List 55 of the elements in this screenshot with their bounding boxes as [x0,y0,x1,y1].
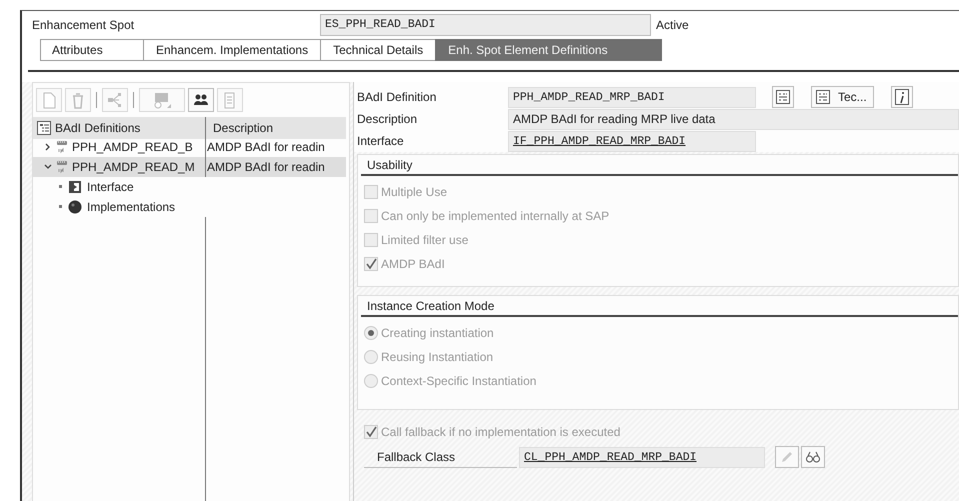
status-text: Active [655,18,689,32]
column-header: Description [206,117,346,139]
grid-icon [776,90,790,104]
interface-icon [68,180,82,194]
people-button[interactable] [188,88,214,112]
tab[interactable]: Enh. Spot Element Definitions [435,39,662,61]
display-button[interactable] [801,446,825,468]
field-label: BAdI Definition [357,90,438,104]
field-label: Enhancement Spot [31,18,136,32]
checkmark-icon [365,258,377,270]
checkbox-label: Limited filter use [381,233,468,247]
tree-item[interactable]: Interface [87,180,134,194]
text-field[interactable]: IF_PPH_AMDP_READ_MRP_BADI [508,130,756,152]
tree-row[interactable]: PPH_AMDP_READ_M AMDP BAdI for readin [33,157,346,177]
tree-item[interactable]: Implementations [87,200,176,214]
bullet-icon [59,205,63,209]
chevron-down-icon [44,163,52,171]
checkbox-label: AMDP BAdI [381,257,445,271]
field-label: Fallback Class [364,446,517,468]
checkbox-label: Call fallback if no implementation is executed [381,425,620,439]
column-header-text: BAdI Definitions [55,121,140,135]
spot-field[interactable]: ES_PPH_READ_BADI [320,14,651,36]
info-icon [894,89,909,105]
radio-label: Creating instantiation [381,326,494,340]
checkmark-icon [365,426,377,438]
screen-plus-icon [152,90,172,110]
sphere-icon [68,200,82,214]
checkbox-label: Can only be implemented internally at SAP [381,209,610,223]
text-field[interactable]: PPH_AMDP_READ_MRP_BADI [508,86,756,108]
field-label: Description [357,112,418,126]
tree-list-icon [37,121,51,135]
badi-name: PPH_AMDP_READ_B [72,140,193,154]
radio-dot-icon [368,330,374,336]
text-field[interactable]: AMDP BAdI for reading MRP live data [508,108,959,130]
grid-button[interactable] [772,86,794,108]
tab[interactable]: Technical Details [320,39,436,61]
bullet-icon [59,185,63,189]
tab[interactable]: Attributes [40,39,143,61]
pencil-icon [779,449,795,465]
badi-description: AMDP BAdI for readin [206,140,326,154]
badi-description: AMDP BAdI for readin [206,160,326,174]
chevron-right-icon [44,143,52,151]
group-title: Instance Creation Mode [361,296,958,317]
technical-button[interactable]: Tec... [811,86,874,108]
checkbox-label: Multiple Use [381,185,448,199]
tab[interactable]: Enhancem. Implementations [143,39,320,61]
radio-label: Context-Specific Instantiation [381,374,536,388]
glasses-icon [805,449,821,465]
grid-icon [816,90,830,104]
radio-label: Reusing Instantiation [381,350,494,364]
info-button[interactable] [890,86,913,108]
field-label: Interface [357,134,405,148]
group-title: Usability [361,155,958,176]
badi-name: PPH_AMDP_READ_M [72,160,195,174]
text-field[interactable]: CL_PPH_AMDP_READ_MRP_BADI [519,446,765,468]
